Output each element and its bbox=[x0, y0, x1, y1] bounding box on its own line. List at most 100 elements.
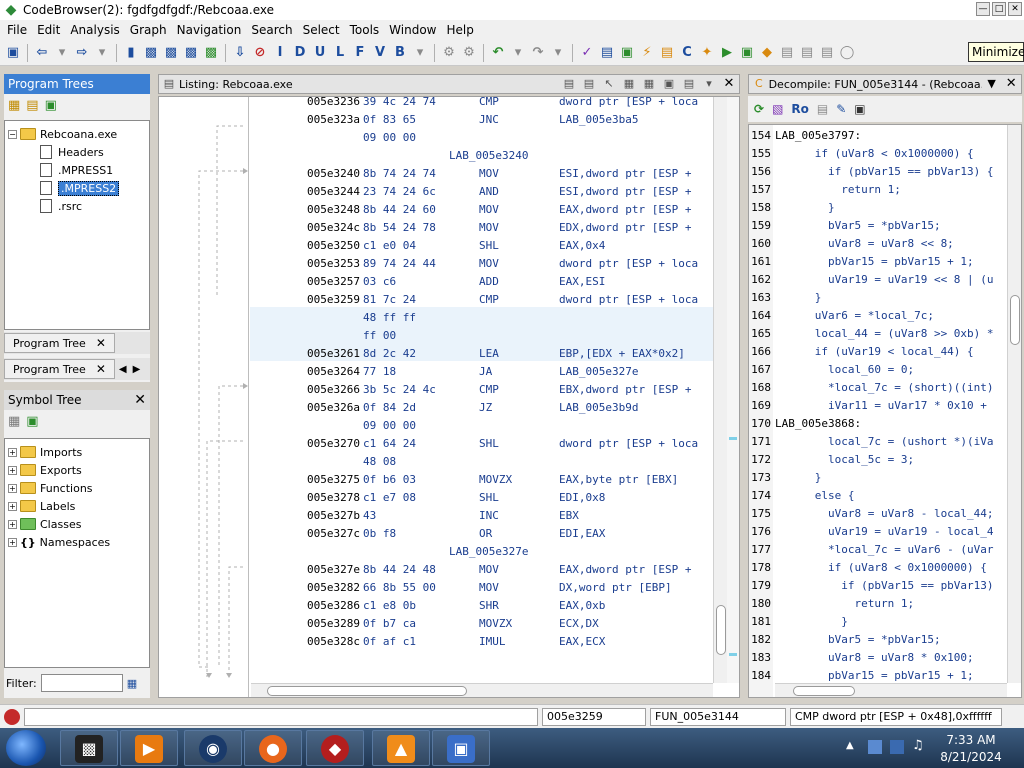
collapse-icon[interactable]: − bbox=[8, 129, 17, 139]
refresh-program-icon[interactable]: ▣ bbox=[618, 44, 636, 62]
listing-horizontal-scrollbar[interactable] bbox=[251, 683, 713, 697]
decompiler-line[interactable]: 158 } bbox=[749, 199, 1007, 217]
variable-letter-v[interactable]: V bbox=[371, 44, 389, 62]
decompiler-line[interactable]: 159 bVar5 = *pbVar15; bbox=[749, 217, 1007, 235]
undo-icon[interactable]: ↶ bbox=[489, 44, 507, 62]
close-icon[interactable]: ✕ bbox=[722, 77, 736, 91]
program-tree-view[interactable]: − Rebcoana.exe Headers .MPRESS1 .MPRESS2… bbox=[4, 120, 150, 330]
diamond-icon[interactable]: ◆ bbox=[758, 44, 776, 62]
close-icon[interactable]: ✕ bbox=[96, 336, 106, 350]
decompiler-line[interactable]: 181 } bbox=[749, 613, 1007, 631]
code-browser-icon[interactable]: ▤ bbox=[598, 44, 616, 62]
menu-window[interactable]: Window bbox=[384, 23, 441, 37]
stop-icon[interactable]: ⊘ bbox=[251, 44, 269, 62]
decompiler-line[interactable]: 179 if (pbVar15 == pbVar13) bbox=[749, 577, 1007, 595]
menu-graph[interactable]: Graph bbox=[125, 23, 172, 37]
menu-analysis[interactable]: Analysis bbox=[65, 23, 124, 37]
menu-help[interactable]: Help bbox=[442, 23, 479, 37]
run-script-icon[interactable]: ▶ bbox=[718, 44, 736, 62]
sparkle-icon[interactable]: ✦ bbox=[698, 44, 716, 62]
expand-icon[interactable]: + bbox=[8, 465, 17, 475]
scroll-thumb[interactable] bbox=[716, 605, 726, 655]
dropdown-icon[interactable]: ▼ bbox=[985, 77, 999, 91]
decompiler-line[interactable]: 169 iVar11 = uVar17 * 0x10 + bbox=[749, 397, 1007, 415]
listing-vertical-scrollbar[interactable] bbox=[713, 97, 727, 683]
memory-map-icon[interactable]: ▤ bbox=[798, 44, 816, 62]
tray-volume-icon[interactable]: ♫ bbox=[912, 738, 924, 753]
expand-icon[interactable]: + bbox=[8, 537, 17, 547]
taskbar-media-player[interactable]: ▶ bbox=[120, 730, 178, 766]
expand-icon[interactable]: + bbox=[8, 519, 17, 529]
listing-view[interactable]: 005e3236 39 4c 24 74 CMP dword ptr [ESP + l… bbox=[158, 96, 740, 698]
refresh-icon[interactable]: ⟳ bbox=[754, 102, 764, 116]
decompiler-vertical-scrollbar[interactable] bbox=[1007, 125, 1021, 683]
decompiler-line[interactable]: 175 uVar8 = uVar8 - local_44; bbox=[749, 505, 1007, 523]
bookmark-dropdown-icon[interactable]: ▾ bbox=[411, 44, 429, 62]
tree-root-node[interactable]: − Rebcoana.exe bbox=[8, 125, 146, 143]
scroll-thumb[interactable] bbox=[793, 686, 855, 696]
expand-icon[interactable]: + bbox=[8, 483, 17, 493]
table-icon[interactable]: ▤ bbox=[778, 44, 796, 62]
decompiler-line[interactable]: 157 return 1; bbox=[749, 181, 1007, 199]
tab-program-tree-2[interactable]: Program Tree ✕ bbox=[4, 359, 115, 379]
snapshot-camera-icon[interactable]: ▣ bbox=[662, 77, 676, 91]
open-folder-icon[interactable]: ▤ bbox=[26, 98, 38, 113]
decompiler-line[interactable]: 183 uVar8 = uVar8 * 0x100; bbox=[749, 649, 1007, 667]
taskbar-firefox[interactable]: ● bbox=[244, 730, 302, 766]
taskbar-ghidra[interactable]: ◆ bbox=[306, 730, 364, 766]
graph-icon[interactable]: ▧ bbox=[772, 102, 783, 116]
decompiler-line[interactable]: 160 uVar8 = uVar8 << 8; bbox=[749, 235, 1007, 253]
expand-icon[interactable]: + bbox=[8, 501, 17, 511]
scroll-thumb[interactable] bbox=[267, 686, 467, 696]
symbol-classes[interactable]: + Classes bbox=[8, 515, 146, 533]
decompiler-line[interactable]: 170 LAB_005e3868: bbox=[749, 415, 1007, 433]
decompiler-line[interactable]: 178 if (uVar8 < 0x1000000) { bbox=[749, 559, 1007, 577]
merge-icon[interactable]: ▣ bbox=[45, 98, 57, 113]
forward-dropdown-icon[interactable]: ▾ bbox=[93, 44, 111, 62]
decompiler-line[interactable]: 161 pbVar15 = pbVar15 + 1; bbox=[749, 253, 1007, 271]
redo-icon[interactable]: ↷ bbox=[529, 44, 547, 62]
menu-search[interactable]: Search bbox=[246, 23, 297, 37]
close-button[interactable]: ✕ bbox=[1008, 2, 1022, 16]
clock-date[interactable]: 8/21/2024 bbox=[936, 750, 1006, 764]
nav-undefined-icon[interactable]: ▩ bbox=[162, 44, 180, 62]
taskbar-vlc[interactable]: ▲ bbox=[372, 730, 430, 766]
code-label[interactable]: LAB_005e3240 bbox=[449, 147, 528, 165]
taskbar-app[interactable]: ▣ bbox=[432, 730, 490, 766]
nav-data-icon[interactable]: ▩ bbox=[142, 44, 160, 62]
back-dropdown-icon[interactable]: ▾ bbox=[53, 44, 71, 62]
symbol-namespaces[interactable]: + {} Namespaces bbox=[8, 533, 146, 551]
tree-node-mpress1[interactable]: .MPRESS1 bbox=[8, 161, 146, 179]
copy-icon[interactable]: ▤ bbox=[562, 77, 576, 91]
nav-label-icon[interactable]: ▩ bbox=[182, 44, 200, 62]
filter-input[interactable] bbox=[40, 674, 123, 692]
tool-gear-icon[interactable]: ⚙ bbox=[440, 44, 458, 62]
maximize-button[interactable]: □ bbox=[992, 2, 1006, 16]
new-tree-icon[interactable]: ▦ bbox=[8, 98, 20, 113]
expand-icon[interactable]: + bbox=[8, 447, 17, 457]
menu-select[interactable]: Select bbox=[298, 23, 345, 37]
code-label[interactable]: LAB_005e327e bbox=[449, 543, 528, 561]
paste-icon[interactable]: ▤ bbox=[582, 77, 596, 91]
forward-arrow-icon[interactable]: ⇨ bbox=[73, 44, 91, 62]
nav-instruction-icon[interactable]: ▮ bbox=[122, 44, 140, 62]
filter-options-icon[interactable]: ▦ bbox=[127, 677, 137, 690]
close-icon[interactable]: ✕ bbox=[96, 362, 106, 376]
tool-puzzle-icon[interactable]: ⚙ bbox=[460, 44, 478, 62]
dropdown-icon[interactable]: ▾ bbox=[702, 77, 716, 91]
decompiler-line[interactable]: 164 uVar6 = *local_7c; bbox=[749, 307, 1007, 325]
symbol-tree-header[interactable]: Symbol Tree ✕ bbox=[4, 390, 150, 410]
decompiler-line[interactable]: 180 return 1; bbox=[749, 595, 1007, 613]
symbol-exports[interactable]: + Exports bbox=[8, 461, 146, 479]
copy-icon[interactable]: ▤ bbox=[817, 102, 828, 116]
close-icon[interactable]: ✕ bbox=[134, 392, 146, 408]
nav-function-icon[interactable]: ▩ bbox=[202, 44, 220, 62]
snapshot-camera-icon[interactable]: ▣ bbox=[854, 102, 865, 116]
create-namespace-icon[interactable]: ▦ bbox=[8, 414, 20, 429]
tab-scroll-left-icon[interactable]: ◀ bbox=[119, 364, 127, 375]
decompiler-line[interactable]: 182 bVar5 = *pbVar15; bbox=[749, 631, 1007, 649]
program-trees-header[interactable]: Program Trees bbox=[4, 74, 150, 94]
decompiler-line[interactable]: 154 LAB_005e3797: bbox=[749, 127, 1007, 145]
tray-arrow-icon[interactable]: ▲ bbox=[846, 740, 854, 751]
read-only-ro-icon[interactable]: Ro bbox=[791, 102, 808, 116]
